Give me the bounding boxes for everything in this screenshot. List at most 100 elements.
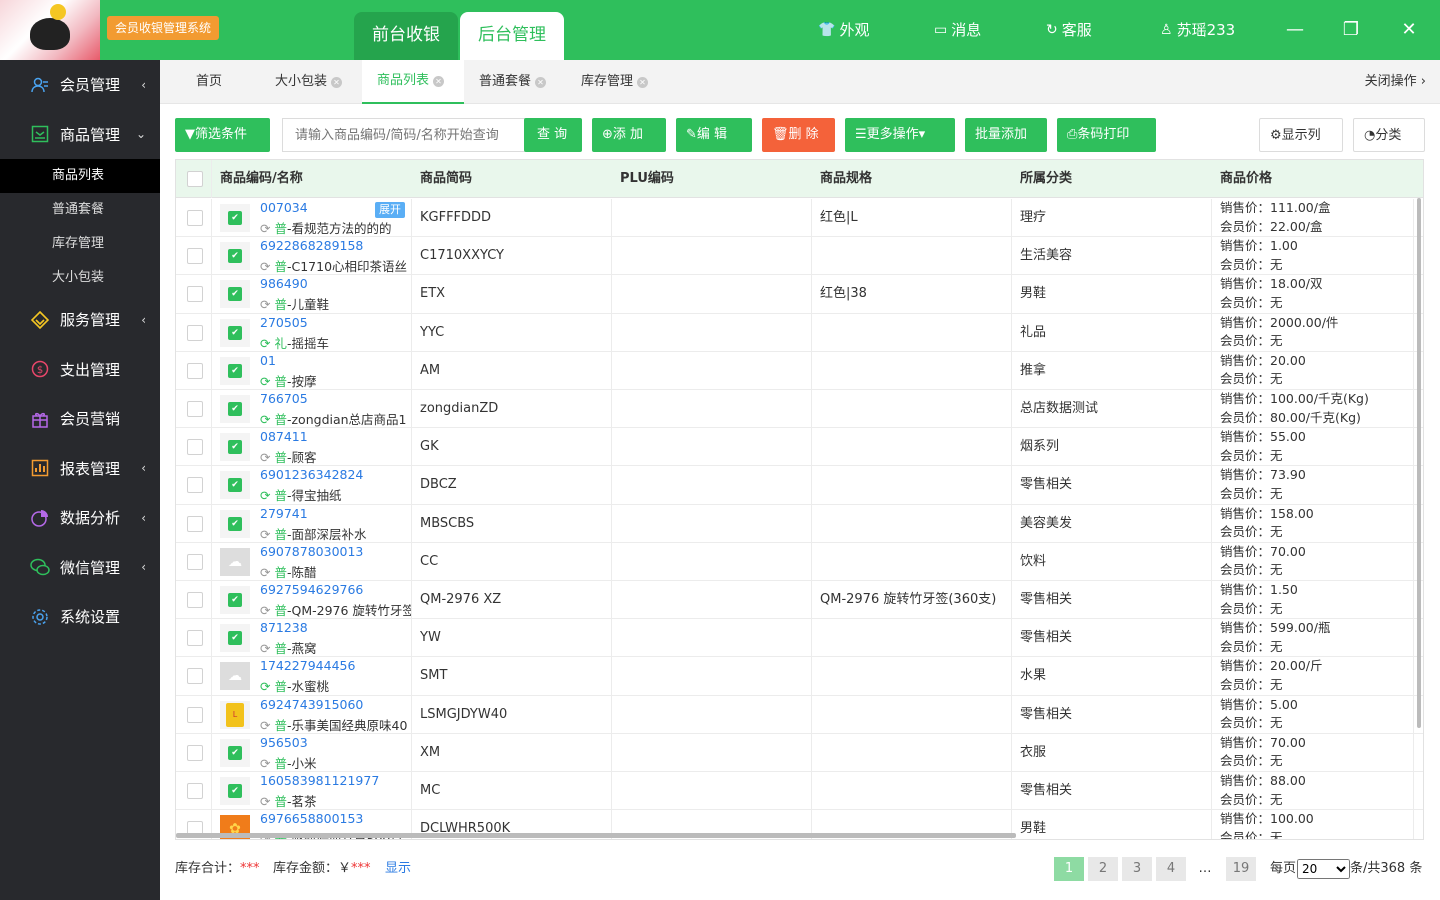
add-button[interactable]: ⊕添 加 [592,118,666,152]
sidebar-item-member[interactable]: 会员管理 ‹ [0,60,160,110]
table-row[interactable]: ✔ 270505 ⟳ 礼-摇摇车 YYC 礼品 销售价：2000.00/件 会员价：无 [176,313,1423,352]
page-4-button[interactable]: 4 [1156,857,1186,881]
row-checkbox[interactable] [187,553,203,570]
row-checkbox[interactable] [187,248,203,265]
row-checkbox[interactable] [187,210,203,226]
messages-link[interactable]: ▭ 消息 [934,0,981,60]
product-thumbnail[interactable]: ✔ [220,738,250,767]
tab-front-cashier[interactable]: 前台收银 [354,12,458,60]
table-row[interactable]: ✔ 956503 ⟳ 普-小米 XM 衣服 销售价：70.00 会员价：无 [176,733,1423,772]
search-input[interactable] [282,118,525,152]
row-checkbox[interactable] [187,324,203,341]
product-thumbnail[interactable]: ✔ [220,471,250,500]
appearance-link[interactable]: 👕 外观 [818,0,869,60]
table-row[interactable]: ✔ 766705 ⟳ 普-zongdian总店商品1 zongdianZD 总店数据测试… [176,390,1423,429]
page-tab-home[interactable]: 首页 [196,60,222,104]
page-2-button[interactable]: 2 [1088,857,1118,881]
table-row[interactable]: L 6924743915060 ⟳ 普-乐事美国经典原味40 LSMGJDYW40 零售… [176,695,1423,734]
user-menu[interactable]: ♙ 苏瑶233 [1160,0,1235,60]
close-operations-dropdown[interactable]: 关闭操作 › [1365,60,1426,104]
sidebar-item-service[interactable]: 服务管理 ‹ [0,295,160,345]
row-checkbox[interactable] [187,630,203,647]
product-thumbnail[interactable]: ✔ [220,509,250,538]
close-icon[interactable]: ✕ [637,76,649,88]
product-thumbnail[interactable]: ✔ [220,242,250,271]
product-code-link[interactable]: 01 [260,353,276,368]
tab-back-office[interactable]: 后台管理 [460,12,564,60]
sidebar-item-analysis[interactable]: 数据分析 ‹ [0,493,160,543]
sidebar-sub-normal-package[interactable]: 普通套餐 [0,193,160,227]
table-row[interactable]: ✔ 279741 ⟳ 普-面部深层补水 MBSCBS 美容美发 销售价：158.00 会员价… [176,504,1423,543]
row-checkbox[interactable] [187,744,203,761]
show-amount-link[interactable]: 显示 [385,855,411,883]
product-code-link[interactable]: 6976658800153 [260,811,363,826]
table-row[interactable]: ✔ 6901236342824 ⟳ 普-得宝抽纸 DBCZ 零售相关 销售价：73.90 会… [176,466,1423,505]
table-row[interactable]: ✔ 01 ⟳ 普-按摩 AM 推拿 销售价：20.00 会员价：无 [176,351,1423,390]
row-checkbox[interactable] [187,706,203,723]
product-thumbnail[interactable]: L [220,700,250,729]
product-thumbnail[interactable]: ☁ [220,662,250,691]
product-thumbnail[interactable]: ✔ [220,777,250,805]
row-checkbox[interactable] [187,477,203,494]
more-actions-button[interactable]: ☰更多操作▾ [845,118,955,152]
page-tab-normal-package[interactable]: 普通套餐 ✕ [479,60,547,104]
restore-button[interactable]: ❐ [1336,0,1366,60]
page-1-button[interactable]: 1 [1054,857,1084,881]
sidebar-item-settings[interactable]: 系统设置 [0,592,160,642]
product-thumbnail[interactable]: ✔ [220,280,250,309]
product-code-link[interactable]: 6901236342824 [260,467,363,482]
product-code-link[interactable]: 956503 [260,735,308,750]
page-tab-goods-list[interactable]: 商品列表 ✕ [362,60,464,104]
filter-button[interactable]: ▼筛选条件 [175,118,270,152]
per-page-select[interactable]: 20 [1297,859,1350,879]
close-icon[interactable]: ✕ [433,75,445,87]
product-code-link[interactable]: 007034 [260,200,308,215]
product-code-link[interactable]: 6922868289158 [260,238,363,253]
table-row[interactable]: ☁ 174227944456 ⟳ 普-水蜜桃 SMT 水果 销售价：20.00/斤 会员价：… [176,657,1423,696]
product-thumbnail[interactable]: ☁ [220,547,250,576]
table-row[interactable]: ✔ 6927594629766 ⟳ 普-QM-2976 旋转竹牙签 QM-2976 X… [176,581,1423,620]
row-checkbox[interactable] [187,401,203,417]
product-code-link[interactable]: 160583981121977 [260,773,379,788]
row-checkbox[interactable] [187,362,203,379]
edit-button[interactable]: ✎编 辑 [676,118,752,152]
sidebar-item-goods[interactable]: 商品管理 ⌄ [0,110,160,160]
product-thumbnail[interactable]: ✔ [220,624,250,653]
row-checkbox[interactable] [187,286,203,303]
close-icon[interactable]: ✕ [535,76,547,88]
product-code-link[interactable]: 871238 [260,620,308,635]
close-button[interactable]: ✕ [1394,0,1424,60]
sidebar-item-expense[interactable]: $ 支出管理 [0,345,160,395]
table-row[interactable]: ✔ 6922868289158 ⟳ 普-C1710心相印茶语丝 C1710XXYCY 生… [176,237,1423,276]
table-row[interactable]: ✔ 986490 ⟳ 普-儿童鞋 ETX 红色|38 男鞋 销售价：18.00/双 会员价：无 [176,275,1423,314]
product-thumbnail[interactable]: ✔ [220,356,250,385]
product-code-link[interactable]: 174227944456 [260,658,355,673]
barcode-print-button[interactable]: ⎙条码打印 [1057,118,1156,152]
minimize-button[interactable]: — [1280,0,1310,60]
show-columns-button[interactable]: ⚙显示列 [1259,118,1343,152]
product-thumbnail[interactable]: ✔ [220,433,250,462]
select-all-checkbox[interactable] [187,171,203,187]
table-row[interactable]: ✔ 007034 展开 ⟳ 普-看规范方法的的的 KGFFFDDD 红色|L 理疗 销售价：1… [176,199,1423,238]
product-thumbnail[interactable]: ✔ [220,318,250,347]
sidebar-sub-goods-list[interactable]: 商品列表 [0,159,160,193]
horizontal-scrollbar[interactable] [176,833,1016,838]
table-row[interactable]: ✔ 871238 ⟳ 普-燕窝 YW 零售相关 销售价：599.00/瓶 会员价：无 [176,619,1423,658]
sidebar-item-report[interactable]: 报表管理 ‹ [0,444,160,494]
delete-button[interactable]: 🗑删 除 [762,118,835,152]
table-row[interactable]: ✔ 087411 ⟳ 普-顾客 GK 烟系列 销售价：55.00 会员价：无 [176,428,1423,467]
row-checkbox[interactable] [187,592,203,608]
sidebar-item-marketing[interactable]: 会员营销 [0,394,160,444]
product-code-link[interactable]: 087411 [260,429,308,444]
page-19-button[interactable]: 19 [1226,857,1256,881]
page-tab-pack-size[interactable]: 大小包装 ✕ [275,60,343,104]
product-thumbnail[interactable]: ✔ [220,586,250,614]
vertical-scrollbar[interactable] [1417,198,1421,728]
product-code-link[interactable]: 766705 [260,391,308,406]
product-thumbnail[interactable]: ✔ [220,395,250,423]
product-code-link[interactable]: 270505 [260,315,308,330]
batch-add-button[interactable]: 批量添加 [965,118,1047,152]
product-code-link[interactable]: 6924743915060 [260,697,363,712]
table-row[interactable]: ☁ 6907878030013 ⟳ 普-陈醋 CC 饮料 销售价：70.00 会员价：无 [176,542,1423,581]
query-button[interactable]: 查 询 [524,118,582,152]
